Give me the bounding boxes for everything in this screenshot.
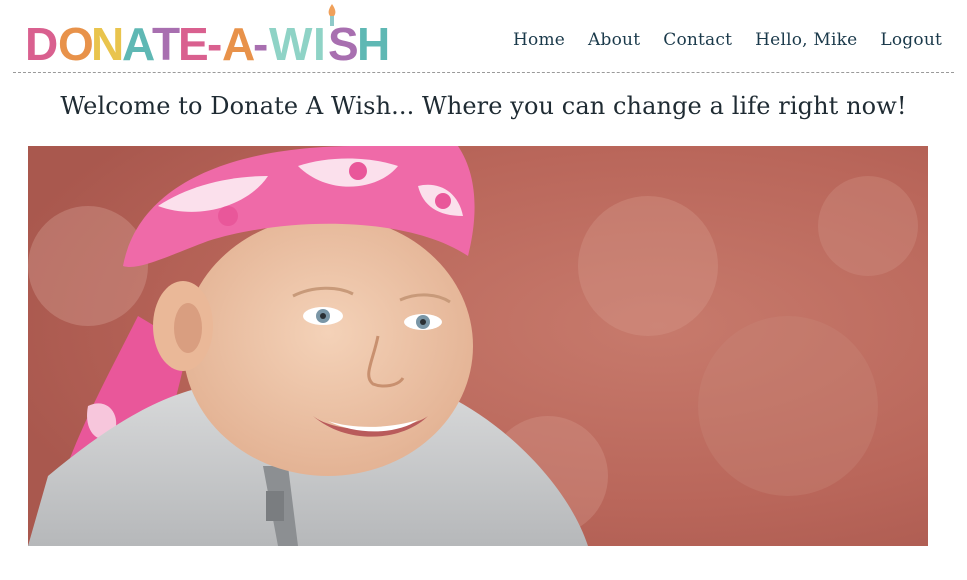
- nav-user-greeting[interactable]: Hello, Mike: [755, 30, 857, 50]
- site-header: D O N A T E - A - W I S H Home About Con…: [13, 0, 954, 73]
- main-nav: Home About Contact Hello, Mike Logout: [513, 30, 942, 50]
- svg-text:D: D: [25, 18, 58, 68]
- svg-text:-: -: [207, 18, 222, 68]
- svg-text:A: A: [122, 18, 155, 68]
- nav-logout-link[interactable]: Logout: [880, 30, 942, 50]
- nav-contact-link[interactable]: Contact: [663, 30, 732, 50]
- page-heading: Welcome to Donate A Wish... Where you ca…: [60, 92, 907, 120]
- nav-about-link[interactable]: About: [588, 30, 640, 50]
- candle-flame-icon: [328, 4, 336, 18]
- svg-text:E: E: [178, 18, 209, 68]
- donate-a-wish-logo[interactable]: D O N A T E - A - W I S H: [25, 0, 395, 70]
- nav-home-link[interactable]: Home: [513, 30, 565, 50]
- svg-text:O: O: [58, 18, 94, 68]
- svg-text:S: S: [328, 18, 359, 68]
- hero-image: [28, 146, 928, 546]
- svg-text:W: W: [269, 18, 313, 68]
- svg-text:N: N: [91, 18, 124, 68]
- svg-text:H: H: [357, 18, 390, 68]
- svg-text:I: I: [313, 18, 326, 68]
- svg-text:T: T: [152, 18, 180, 68]
- svg-text:-: -: [253, 18, 268, 68]
- svg-text:A: A: [222, 18, 255, 68]
